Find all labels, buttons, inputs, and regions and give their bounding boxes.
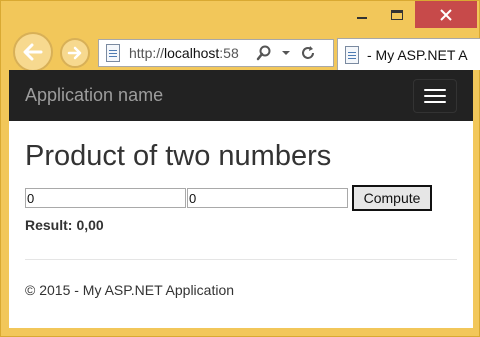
dropdown-icon[interactable]	[277, 44, 295, 62]
page-title: Product of two numbers	[25, 140, 332, 172]
back-arrow-icon	[23, 43, 43, 61]
forward-arrow-icon	[67, 46, 82, 60]
forward-button[interactable]	[60, 38, 90, 68]
search-icon[interactable]	[255, 44, 273, 62]
compute-form: Compute	[25, 185, 457, 211]
footer-divider	[25, 259, 457, 260]
footer-text: © 2015 - My ASP.NET Application	[25, 282, 235, 298]
refresh-icon[interactable]	[299, 44, 317, 62]
result-label: Result:	[25, 217, 73, 233]
result-line: Result: 0,00	[25, 217, 457, 233]
close-button[interactable]	[415, 1, 477, 28]
page-icon	[106, 44, 120, 62]
url-text[interactable]: http://localhost:58	[129, 45, 251, 61]
hamburger-menu-button[interactable]	[413, 78, 457, 113]
close-icon	[440, 8, 452, 21]
compute-button[interactable]: Compute	[352, 185, 432, 211]
address-bar[interactable]: http://localhost:58	[98, 39, 334, 67]
browser-tab[interactable]: - My ASP.NET A	[337, 38, 480, 70]
minimize-icon	[357, 17, 367, 19]
page-viewport: Application name Product of two numbers …	[9, 70, 473, 328]
number-a-input[interactable]	[25, 188, 186, 208]
brand-link[interactable]: Application name	[25, 85, 163, 106]
result-value: 0,00	[76, 217, 104, 233]
tab-page-icon	[345, 45, 359, 64]
tab-title: - My ASP.NET A	[367, 46, 468, 63]
maximize-button[interactable]	[382, 1, 412, 29]
browser-window: http://localhost:58 - My ASP.NET A Appli…	[0, 0, 480, 337]
main-content: Product of two numbers Compute Result:0,…	[9, 139, 473, 298]
maximize-icon	[391, 10, 403, 20]
hamburger-menu-icon	[424, 88, 446, 91]
minimize-button[interactable]	[347, 1, 377, 29]
navbar: Application name	[9, 70, 473, 121]
back-button[interactable]	[13, 32, 53, 72]
number-b-input[interactable]	[187, 188, 348, 208]
